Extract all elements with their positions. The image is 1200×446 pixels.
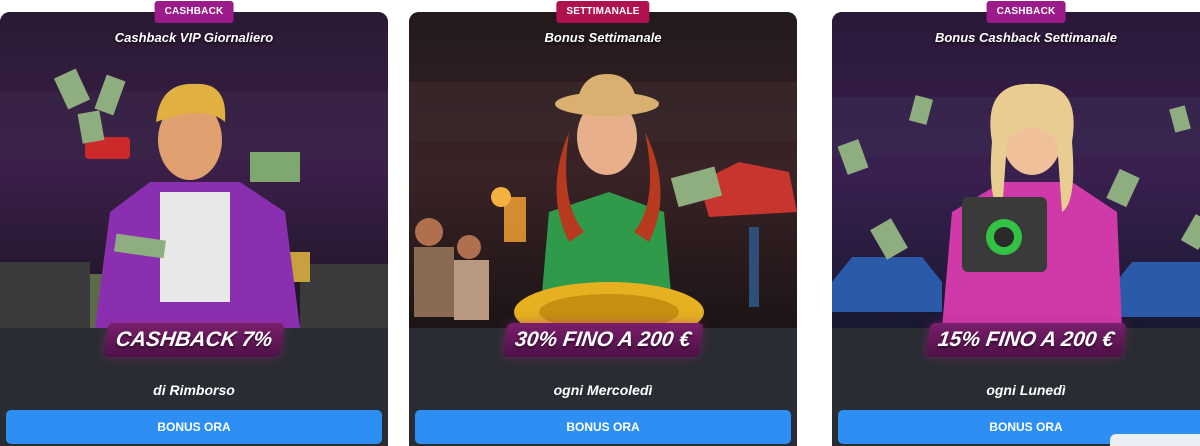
promo-tag: CASHBACK: [154, 1, 234, 23]
promo-tag: CASHBACK: [986, 1, 1066, 23]
promo-illustration: [409, 12, 797, 328]
promo-title: Bonus Cashback Settimanale: [934, 30, 1118, 45]
button-label: BONUS ORA: [566, 420, 640, 434]
promo-card-weekly-bonus: SETTIMANALE Bonus Settimanale 30% FINO A…: [409, 1, 797, 446]
promo-subtitle: di Rimborso: [153, 382, 235, 398]
promo-card-weekly-cashback: CASHBACK Bonus Cashback Settimanale 15% …: [832, 1, 1200, 446]
promo-illustration: [0, 12, 388, 328]
promo-subtitle: ogni Mercoledì: [553, 382, 653, 398]
promo-amount-badge: 15% FINO A 200 €: [925, 323, 1127, 357]
promo-tag: SETTIMANALE: [556, 1, 650, 23]
promo-title: Bonus Settimanale: [544, 30, 662, 45]
promo-illustration: [832, 12, 1200, 328]
promo-amount-badge: CASHBACK 7%: [103, 323, 285, 357]
bonus-now-button[interactable]: BONUS ORA: [415, 410, 791, 444]
bonus-now-button[interactable]: BONUS ORA: [6, 410, 382, 444]
button-label: BONUS ORA: [989, 420, 1063, 434]
corner-overlay: [1110, 434, 1200, 446]
promo-subtitle: ogni Lunedì: [986, 382, 1066, 398]
promo-card-vip-cashback: CASHBACK Cashback VIP Giornaliero CASHBA…: [0, 1, 388, 446]
button-label: BONUS ORA: [157, 420, 231, 434]
promo-title: Cashback VIP Giornaliero: [114, 30, 274, 45]
promotions-row: CASHBACK Cashback VIP Giornaliero CASHBA…: [0, 0, 1200, 446]
promo-amount-badge: 30% FINO A 200 €: [502, 323, 704, 357]
